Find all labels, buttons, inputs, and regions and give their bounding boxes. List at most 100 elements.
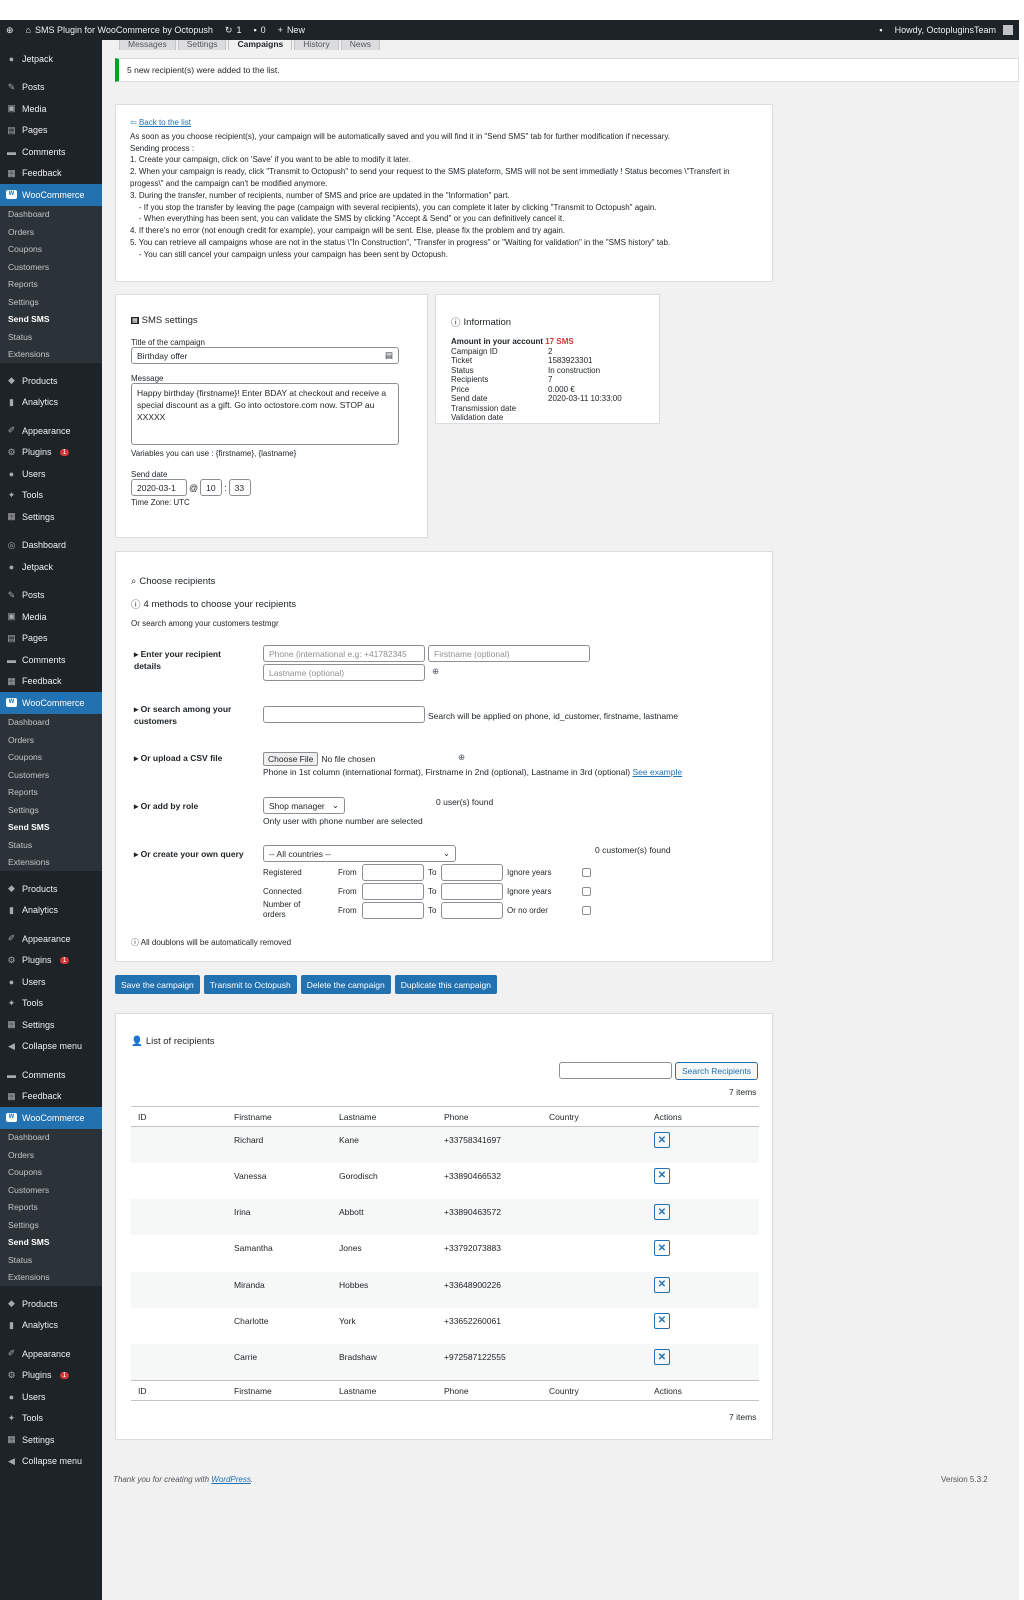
remove-recipient-icon[interactable]: ✕: [654, 1312, 670, 1329]
sidebar-item-status[interactable]: Status: [0, 328, 102, 346]
sidebar-item-comments[interactable]: ▬ Comments: [0, 1064, 102, 1086]
sidebar-item-settings[interactable]: Settings: [0, 293, 102, 311]
upload-icon[interactable]: ⊕: [458, 752, 465, 763]
sidebar-item-pages[interactable]: ▤ Pages: [0, 120, 102, 142]
sidebar-item-tools[interactable]: ✦ Tools: [0, 1408, 102, 1430]
from-input[interactable]: [362, 902, 424, 919]
sidebar-item-coupons[interactable]: Coupons: [0, 240, 102, 258]
choose-file-button[interactable]: Choose File: [263, 752, 319, 766]
notification-icon[interactable]: ▪: [873, 20, 888, 40]
sidebar-item-coupons[interactable]: Coupons: [0, 748, 102, 766]
from-input[interactable]: [362, 864, 424, 881]
to-input[interactable]: [441, 864, 503, 881]
sidebar-item-extensions[interactable]: Extensions: [0, 853, 102, 871]
send-date-input[interactable]: 2020-03-1: [131, 479, 187, 496]
ignore-checkbox[interactable]: [582, 868, 591, 877]
sidebar-item-customers[interactable]: Customers: [0, 258, 102, 276]
sidebar-item-extensions[interactable]: Extensions: [0, 345, 102, 363]
sidebar-item-products[interactable]: ◆ Products: [0, 878, 102, 900]
from-input[interactable]: [362, 883, 424, 900]
sidebar-item-coupons[interactable]: Coupons: [0, 1163, 102, 1181]
back-to-list-link[interactable]: Back to the list: [139, 118, 191, 127]
firstname-input[interactable]: Firstname (optional): [428, 645, 590, 662]
see-example-link[interactable]: See example: [632, 767, 682, 777]
sidebar-item-woocommerce[interactable]: W WooCommerce: [0, 184, 102, 206]
site-name-link[interactable]: ⌂ SMS Plugin for WooCommerce by Octopush: [20, 20, 219, 40]
sidebar-item-orders[interactable]: Orders: [0, 1146, 102, 1164]
sidebar-item-orders[interactable]: Orders: [0, 223, 102, 241]
sidebar-item-dashboard[interactable]: Dashboard: [0, 205, 102, 223]
role-select[interactable]: Shop manager ⌄: [263, 797, 345, 814]
remove-recipient-icon[interactable]: ✕: [654, 1204, 670, 1221]
wordpress-logo[interactable]: ⊕: [0, 20, 20, 40]
campaign-title-input[interactable]: Birthday offer ▤: [131, 347, 399, 364]
sidebar-item-feedback[interactable]: ▦ Feedback: [0, 671, 102, 693]
sidebar-item-collapse-menu[interactable]: ◀ Collapse menu: [0, 1451, 102, 1473]
updates-link[interactable]: ↻ 1: [219, 20, 248, 40]
remove-recipient-icon[interactable]: ✕: [654, 1276, 670, 1293]
sidebar-item-settings[interactable]: Settings: [0, 801, 102, 819]
remove-recipient-icon[interactable]: ✕: [654, 1349, 670, 1366]
sidebar-item-users[interactable]: ● Users: [0, 463, 102, 485]
sidebar-item-dashboard[interactable]: Dashboard: [0, 713, 102, 731]
sidebar-item-customers[interactable]: Customers: [0, 1181, 102, 1199]
sidebar-item-users[interactable]: ● Users: [0, 1386, 102, 1408]
sidebar-item-status[interactable]: Status: [0, 836, 102, 854]
sidebar-item-woocommerce[interactable]: W WooCommerce: [0, 1107, 102, 1129]
ignore-checkbox[interactable]: [582, 887, 591, 896]
sidebar-item-media[interactable]: ▣ Media: [0, 606, 102, 628]
sidebar-item-analytics[interactable]: ▮ Analytics: [0, 900, 102, 922]
sidebar-item-collapse-menu[interactable]: ◀ Collapse menu: [0, 1036, 102, 1058]
sidebar-item-plugins[interactable]: ⚙ Plugins 1: [0, 442, 102, 464]
sidebar-item-comments[interactable]: ▬ Comments: [0, 649, 102, 671]
new-content-link[interactable]: + New: [272, 20, 311, 40]
save-campaign-button[interactable]: Save the campaign: [115, 975, 200, 994]
remove-recipient-icon[interactable]: ✕: [654, 1240, 670, 1257]
transmit-button[interactable]: Transmit to Octopush: [203, 975, 297, 994]
recipient-search-input[interactable]: [559, 1062, 672, 1079]
to-input[interactable]: [441, 902, 503, 919]
my-account[interactable]: Howdy, OctopluginsTeam: [889, 20, 1019, 40]
sidebar-item-plugins[interactable]: ⚙ Plugins 1: [0, 1365, 102, 1387]
sidebar-item-posts[interactable]: ✎ Posts: [0, 77, 102, 99]
sidebar-item-send-sms[interactable]: Send SMS: [0, 818, 102, 836]
country-select[interactable]: -- All countries -- ⌄: [263, 845, 456, 862]
remove-recipient-icon[interactable]: ✕: [654, 1167, 670, 1184]
sidebar-item-send-sms[interactable]: Send SMS: [0, 1233, 102, 1251]
sidebar-item-orders[interactable]: Orders: [0, 731, 102, 749]
sidebar-item-users[interactable]: ● Users: [0, 971, 102, 993]
sidebar-item-pages[interactable]: ▤ Pages: [0, 628, 102, 650]
sidebar-item-feedback[interactable]: ▦ Feedback: [0, 163, 102, 185]
sidebar-item-settings[interactable]: ▦ Settings: [0, 1014, 102, 1036]
sidebar-item-jetpack[interactable]: ● Jetpack: [0, 48, 102, 70]
sidebar-item-woocommerce[interactable]: W WooCommerce: [0, 692, 102, 714]
delete-campaign-button[interactable]: Delete the campaign: [300, 975, 391, 994]
sidebar-item-media[interactable]: ▣ Media: [0, 98, 102, 120]
sidebar-item-products[interactable]: ◆ Products: [0, 1293, 102, 1315]
sidebar-item-settings[interactable]: ▦ Settings: [0, 506, 102, 528]
hour-input[interactable]: 10: [200, 479, 223, 496]
sidebar-item-send-sms[interactable]: Send SMS: [0, 310, 102, 328]
sidebar-item-tools[interactable]: ✦ Tools: [0, 485, 102, 507]
message-textarea[interactable]: Happy birthday {firstname}! Enter BDAY a…: [131, 383, 399, 445]
sidebar-item-dashboard[interactable]: ◎ Dashboard: [0, 535, 102, 557]
sidebar-item-analytics[interactable]: ▮ Analytics: [0, 1315, 102, 1337]
comments-link[interactable]: ▪ 0: [247, 20, 271, 40]
sidebar-item-appearance[interactable]: ✐ Appearance: [0, 928, 102, 950]
sidebar-item-appearance[interactable]: ✐ Appearance: [0, 1343, 102, 1365]
sidebar-item-posts[interactable]: ✎ Posts: [0, 585, 102, 607]
sidebar-item-tools[interactable]: ✦ Tools: [0, 993, 102, 1015]
sidebar-item-plugins[interactable]: ⚙ Plugins 1: [0, 950, 102, 972]
sidebar-item-customers[interactable]: Customers: [0, 766, 102, 784]
minute-input[interactable]: 33: [228, 479, 251, 496]
search-recipients-button[interactable]: Search Recipients: [675, 1062, 758, 1080]
sidebar-item-appearance[interactable]: ✐ Appearance: [0, 420, 102, 442]
sidebar-item-settings[interactable]: Settings: [0, 1216, 102, 1234]
phone-input[interactable]: Phone (international e.g: +41782345: [263, 645, 425, 662]
to-input[interactable]: [441, 883, 503, 900]
add-recipient-icon[interactable]: ⊕: [432, 666, 439, 677]
sidebar-item-status[interactable]: Status: [0, 1251, 102, 1269]
ignore-checkbox[interactable]: [582, 906, 591, 915]
sidebar-item-analytics[interactable]: ▮ Analytics: [0, 392, 102, 414]
sidebar-item-comments[interactable]: ▬ Comments: [0, 141, 102, 163]
